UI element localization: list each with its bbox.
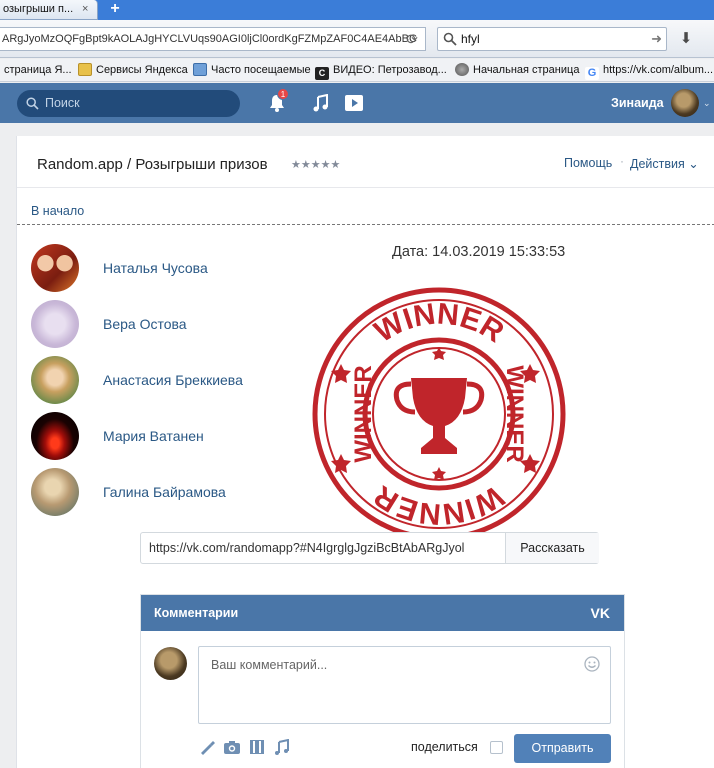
commenter-avatar <box>154 647 187 680</box>
emoji-icon[interactable] <box>584 656 600 672</box>
winner-name[interactable]: Вера Остова <box>103 316 187 332</box>
vk-search-input[interactable]: Поиск <box>17 90 240 117</box>
share-button[interactable]: Рассказать <box>505 533 599 563</box>
header-divider <box>17 187 714 188</box>
left-page-strip <box>0 123 16 768</box>
download-icon[interactable]: ⬇ <box>676 29 696 49</box>
comments-widget: Комментарии VK Ваш комментарий... подели… <box>140 594 625 768</box>
new-tab-button[interactable]: + <box>104 0 126 18</box>
home-link[interactable]: В начало <box>31 204 84 218</box>
audio-icon[interactable] <box>273 739 291 755</box>
actions-menu[interactable]: Действия ⌄ <box>630 156 699 171</box>
user-name[interactable]: Зинаида <box>611 83 664 123</box>
photo-icon[interactable] <box>223 739 241 755</box>
bookmark-item[interactable]: Часто посещаемые <box>193 59 311 82</box>
search-icon <box>26 97 39 110</box>
winner-row: Мария Ватанен <box>31 412 351 462</box>
share-url-field[interactable]: https://vk.com/randomapp?#N4IgrglgJgziBc… <box>140 532 599 564</box>
browser-tab-bar: озыгрыши п... × + <box>0 0 714 20</box>
vk-header: Поиск Зинаида ⌄ <box>0 83 714 123</box>
bookmark-item[interactable]: страница Я... <box>4 59 72 82</box>
help-link[interactable]: Помощь <box>564 156 612 170</box>
winner-row: Вера Остова <box>31 300 351 350</box>
browser-tab[interactable]: озыгрыши п... × <box>0 0 98 20</box>
search-icon <box>443 32 457 46</box>
send-button[interactable]: Отправить <box>514 734 611 763</box>
comments-title: Комментарии <box>154 606 239 620</box>
video-site-icon: C <box>315 67 329 80</box>
stamp-text-left: WINNER <box>350 365 377 462</box>
dashed-divider <box>17 224 714 225</box>
browser-toolbar: ARgJyoMzOQFgBpt9kAOLAJgHYCLVUqs90AGI0ljC… <box>0 20 714 58</box>
stamp-text-right: WINNER <box>501 365 528 462</box>
comment-placeholder: Ваш комментарий... <box>211 658 328 672</box>
app-title: Random.app / Розыгрыши призов <box>37 156 268 173</box>
winner-name[interactable]: Наталья Чусова <box>103 260 208 276</box>
search-go-icon[interactable]: ➜ <box>651 28 662 50</box>
address-bar-url: ARgJyoMzOQFgBpt9kAOLAJgHYCLVUqs90AGI0ljC… <box>2 33 417 45</box>
winner-avatar[interactable] <box>31 412 79 460</box>
app-panel: Random.app / Розыгрыши призов ★★★★★ Помо… <box>16 136 714 768</box>
separator-dot: · <box>620 154 624 168</box>
google-icon: G <box>585 67 599 80</box>
winner-name[interactable]: Мария Ватанен <box>103 428 204 444</box>
winner-avatar[interactable] <box>31 468 79 516</box>
tab-title: озыгрыши п... <box>3 3 74 15</box>
share-url-value: https://vk.com/randomapp?#N4IgrglgJgziBc… <box>149 541 465 555</box>
vk-search-placeholder: Поиск <box>45 96 80 110</box>
reload-icon[interactable]: ⟳ <box>403 31 421 47</box>
browser-search-value: hfyl <box>461 32 480 46</box>
app-rating-stars: ★★★★★ <box>291 159 341 171</box>
trophy-icon <box>393 378 485 454</box>
folder-icon <box>78 63 92 76</box>
user-avatar[interactable] <box>671 89 699 117</box>
vk-logo-icon[interactable]: VK <box>591 606 610 620</box>
draw-date: Дата: 14.03.2019 15:33:53 <box>392 244 566 260</box>
winner-name[interactable]: Галина Байрамова <box>103 484 226 500</box>
comment-input[interactable]: Ваш комментарий... <box>198 646 611 724</box>
close-tab-icon[interactable]: × <box>82 3 88 15</box>
browser-search-input[interactable]: hfyl ➜ <box>437 27 667 51</box>
winner-stamp: WINNER WINNER WINNER WINNER <box>312 287 566 541</box>
share-label: поделиться <box>411 740 478 754</box>
winner-row: Галина Байрамова <box>31 468 351 518</box>
video-attach-icon[interactable] <box>248 739 266 755</box>
folder-icon <box>193 63 207 76</box>
graffiti-icon[interactable] <box>198 739 216 755</box>
winner-row: Анастасия Бреккиева <box>31 356 351 406</box>
bookmark-item[interactable]: Сервисы Яндекса <box>78 59 188 82</box>
comments-header: Комментарии VK <box>141 595 624 631</box>
globe-icon <box>455 63 469 76</box>
winner-row: Наталья Чусова <box>31 244 351 294</box>
music-icon[interactable] <box>312 94 330 112</box>
bookmark-item[interactable]: Начальная страница <box>455 59 579 82</box>
winner-avatar[interactable] <box>31 300 79 348</box>
winner-name[interactable]: Анастасия Бреккиева <box>103 372 243 388</box>
share-checkbox[interactable] <box>490 741 503 754</box>
notification-badge: 1 <box>277 88 289 100</box>
bookmarks-bar: страница Я... Сервисы Яндекса Часто посе… <box>0 59 714 82</box>
bookmark-item[interactable]: C ВИДЕО: Петрозавод... <box>315 59 447 82</box>
video-icon[interactable] <box>343 94 365 112</box>
chevron-down-icon[interactable]: ⌄ <box>703 83 711 123</box>
bookmark-item[interactable]: Ghttps://vk.com/album... <box>585 59 713 82</box>
winner-avatar[interactable] <box>31 244 79 292</box>
winner-avatar[interactable] <box>31 356 79 404</box>
address-bar[interactable]: ARgJyoMzOQFgBpt9kAOLAJgHYCLVUqs90AGI0ljC… <box>0 27 426 51</box>
